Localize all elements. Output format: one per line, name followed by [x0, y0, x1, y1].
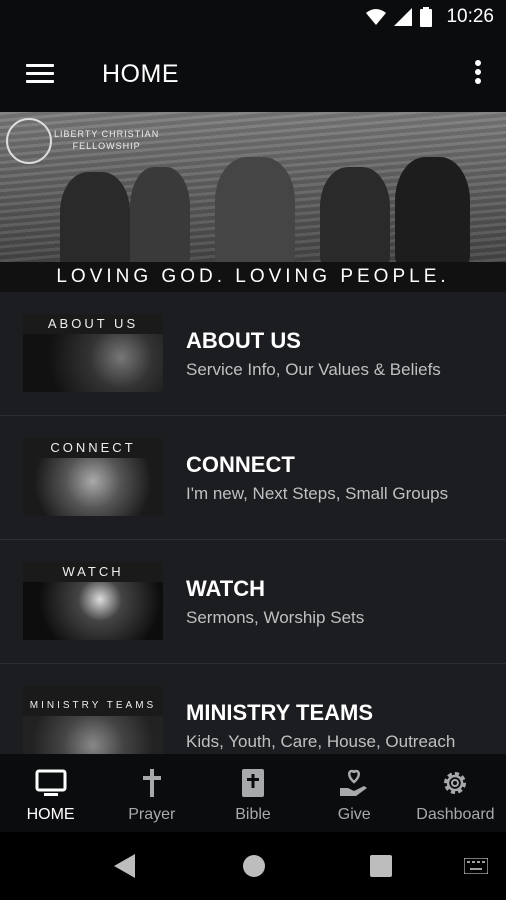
church-logo-text: LIBERTY CHRISTIAN FELLOWSHIP [54, 129, 160, 151]
nav-label: Dashboard [416, 806, 495, 823]
list-item-title: WATCH [186, 576, 266, 601]
menu-list: ABOUT US ABOUT US Service Info, Our Valu… [0, 292, 506, 754]
list-item-subtitle: Kids, Youth, Care, House, Outreach [186, 732, 456, 751]
status-icons: 10:26 [366, 6, 494, 28]
page-title: HOME [102, 60, 179, 88]
nav-tab-home[interactable]: HOME [0, 754, 101, 832]
list-item-subtitle: Sermons, Worship Sets [186, 608, 365, 627]
battery-icon [420, 7, 433, 27]
hero-person [130, 167, 190, 267]
list-item-title: ABOUT US [186, 328, 301, 353]
give-hand-icon [340, 769, 368, 796]
bible-icon [242, 769, 264, 797]
list-item-subtitle: Service Info, Our Values & Beliefs [186, 360, 441, 379]
hero-person [320, 167, 390, 267]
connect-thumbnail: CONNECT [23, 438, 163, 516]
status-time: 10:26 [446, 6, 494, 27]
app-bar: HOME [0, 36, 506, 112]
nav-tab-give[interactable]: Give [304, 754, 405, 832]
system-navigation-bar [0, 832, 506, 900]
status-bar: 10:26 [0, 0, 506, 36]
gear-icon [444, 772, 467, 794]
hero-tagline: LOVING GOD. LOVING PEOPLE. [56, 266, 450, 287]
menu-icon[interactable] [26, 64, 54, 84]
nav-tab-prayer[interactable]: Prayer [101, 754, 202, 832]
recents-icon[interactable] [370, 855, 392, 877]
about-us-thumbnail: ABOUT US [23, 314, 163, 392]
back-icon[interactable] [114, 854, 136, 878]
list-item-about-us[interactable]: ABOUT US ABOUT US Service Info, Our Valu… [0, 292, 506, 416]
nav-label: Give [337, 806, 371, 823]
list-item-connect[interactable]: CONNECT CONNECT I'm new, Next Steps, Sma… [0, 416, 506, 540]
nav-tab-dashboard[interactable]: Dashboard [405, 754, 506, 832]
hero-person [60, 172, 130, 272]
nav-label: Prayer [128, 806, 176, 823]
keyboard-icon[interactable] [464, 858, 488, 874]
hero-person [215, 157, 295, 267]
ministry-teams-thumbnail: MINISTRY TEAMS [23, 686, 163, 754]
list-item-subtitle: I'm new, Next Steps, Small Groups [186, 484, 449, 503]
list-item-watch[interactable]: WATCH WATCH Sermons, Worship Sets [0, 540, 506, 664]
list-item-title: CONNECT [186, 452, 295, 477]
nav-label: HOME [26, 806, 75, 823]
hero-person [395, 157, 470, 267]
tv-icon [35, 769, 67, 796]
signal-icon [394, 8, 413, 26]
wifi-icon [366, 9, 387, 25]
more-options-icon[interactable] [474, 60, 482, 86]
watch-thumbnail: WATCH [23, 562, 163, 640]
cross-icon [142, 769, 161, 797]
nav-label: Bible [235, 806, 271, 823]
church-logo [6, 118, 52, 164]
nav-tab-bible[interactable]: Bible [202, 754, 303, 832]
home-icon[interactable] [242, 854, 266, 878]
bottom-navigation: HOME Prayer Bible Give Dashboard [0, 754, 506, 832]
hero-banner: LIBERTY CHRISTIAN FELLOWSHIP LOVING GOD.… [0, 112, 506, 292]
list-item-title: MINISTRY TEAMS [186, 700, 374, 725]
list-item-ministry-teams[interactable]: MINISTRY TEAMS MINISTRY TEAMS Kids, Yout… [0, 664, 506, 754]
